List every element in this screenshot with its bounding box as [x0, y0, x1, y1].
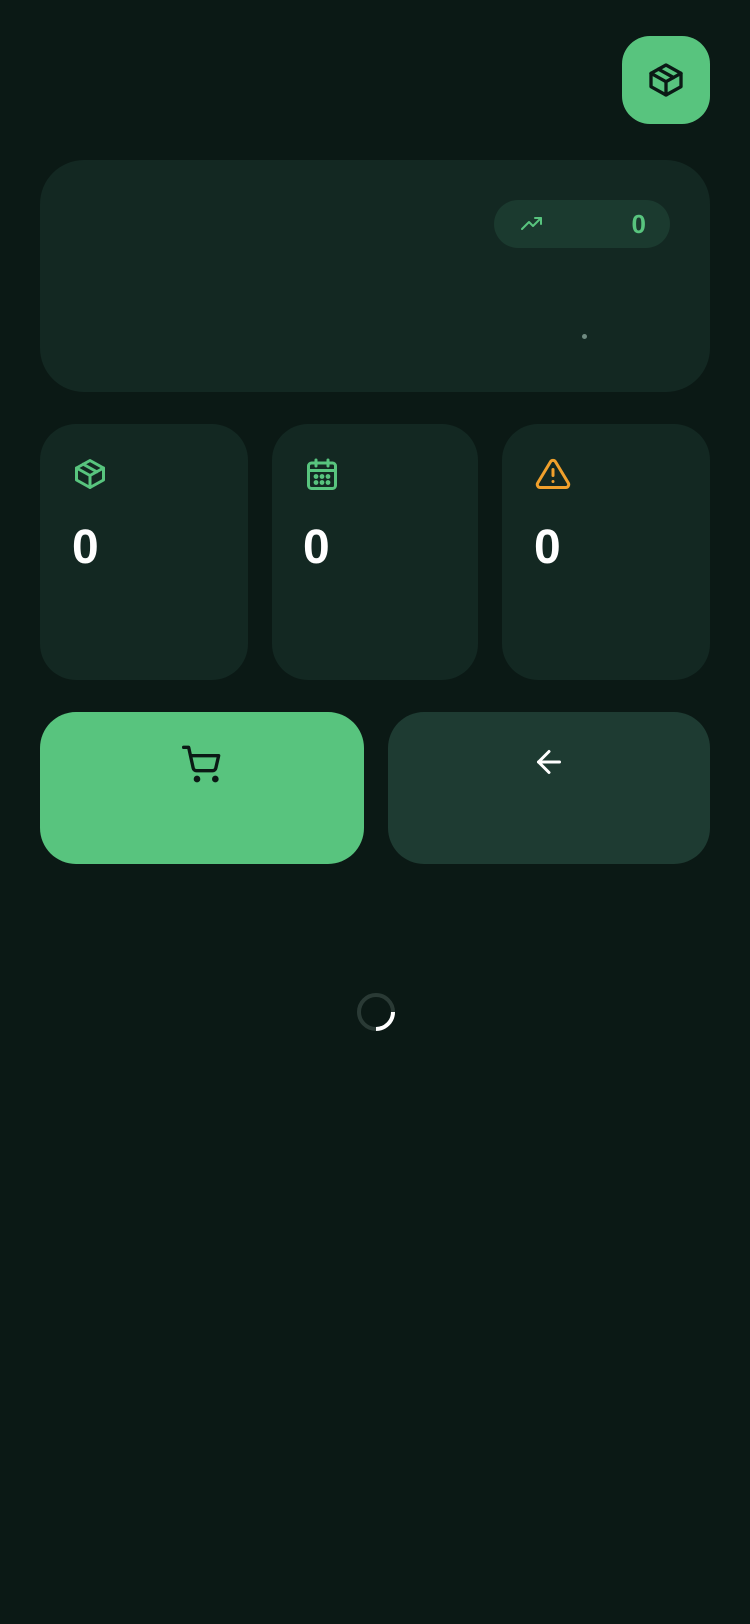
stat-value-alerts: 0 — [534, 521, 561, 574]
warning-icon — [534, 456, 572, 492]
back-button[interactable] — [388, 712, 710, 864]
loading-spinner — [356, 992, 396, 1032]
arrow-left-icon — [531, 744, 567, 864]
calendar-icon — [304, 456, 340, 494]
packages-button[interactable] — [622, 36, 710, 124]
package-icon — [72, 456, 108, 492]
shopping-cart-icon — [182, 744, 222, 864]
chart-point — [582, 334, 587, 339]
stat-value-packages: 0 — [72, 521, 99, 574]
trend-value: 0 — [631, 209, 646, 239]
summary-card — [40, 160, 710, 392]
cart-button[interactable] — [40, 712, 364, 864]
trend-badge: 0 — [494, 200, 670, 248]
stat-value-calendar: 0 — [303, 521, 330, 574]
trending-up-icon — [518, 212, 546, 236]
package-icon — [646, 60, 686, 100]
